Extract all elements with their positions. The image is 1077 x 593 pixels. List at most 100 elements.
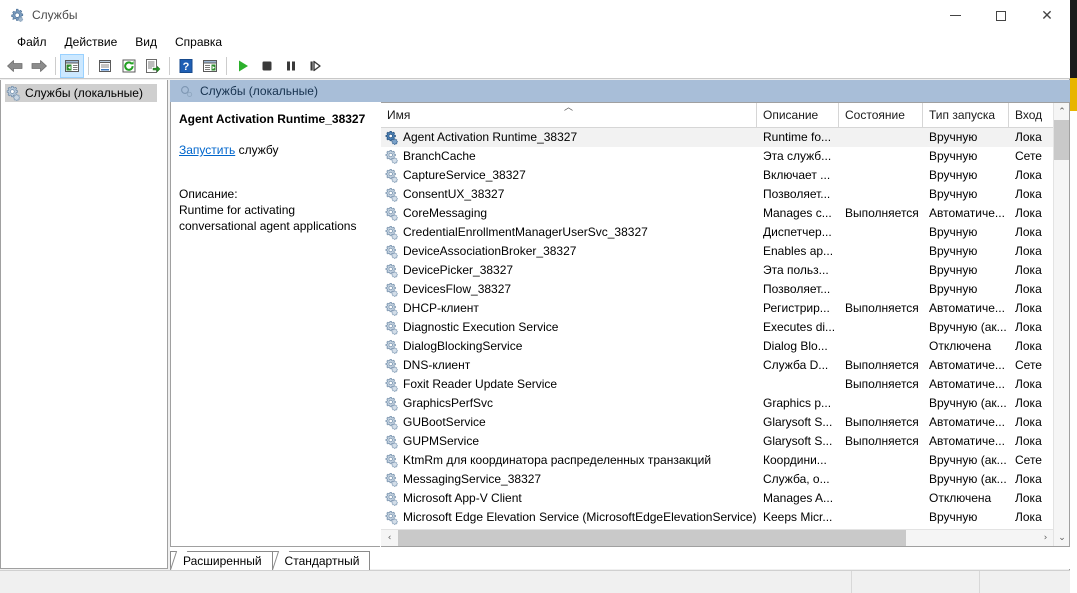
title-bar[interactable]: Службы ✕ xyxy=(0,0,1070,32)
start-service-link[interactable]: Запустить xyxy=(179,143,235,157)
table-row[interactable]: GraphicsPerfSvc Graphics p... Вручную (ак.… xyxy=(381,394,1054,413)
service-cog-icon xyxy=(384,396,399,411)
vertical-scroll-thumb[interactable] xyxy=(1054,120,1069,160)
service-cog-icon xyxy=(384,472,399,487)
window-title: Службы xyxy=(32,8,78,22)
cell-logon-as: Лока xyxy=(1015,225,1042,239)
pause-service-icon xyxy=(287,61,295,70)
cell-name: ConsentUX_38327 xyxy=(381,185,757,204)
cell-status: Выполняется xyxy=(845,301,919,315)
menu-action[interactable]: Действие xyxy=(56,33,127,52)
maximize-button[interactable] xyxy=(978,0,1024,31)
cell-name-label: CaptureService_38327 xyxy=(403,168,526,182)
help-button[interactable]: ? xyxy=(174,54,198,78)
refresh-button[interactable] xyxy=(117,54,141,78)
status-bar-cell-3 xyxy=(980,571,1070,593)
table-row[interactable]: CoreMessaging Manages c... Выполняется Авто… xyxy=(381,204,1054,223)
close-button[interactable]: ✕ xyxy=(1024,0,1070,31)
properties-button[interactable] xyxy=(93,54,117,78)
table-row[interactable]: MessagingService_38327 Служба, о... Вручну… xyxy=(381,470,1054,489)
column-header-logon-as[interactable]: Вход xyxy=(1009,103,1054,128)
service-detail-title: Agent Activation Runtime_38327 xyxy=(179,112,366,126)
column-header-status[interactable]: Состояние xyxy=(839,103,923,128)
scroll-down-icon[interactable]: ⌄ xyxy=(1054,529,1069,546)
service-detail-action: Запустить службу xyxy=(179,143,372,158)
cell-name: GUPMService xyxy=(381,432,757,451)
menu-bar: Файл Действие Вид Справка xyxy=(0,31,1070,53)
toolbar-separator-4 xyxy=(226,56,227,75)
show-action-pane-button[interactable] xyxy=(198,54,222,78)
cell-logon-as: Лока xyxy=(1015,206,1042,220)
cell-name: CredentialEnrollmentManagerUserSvc_38327 xyxy=(381,223,757,242)
table-row[interactable]: DeviceAssociationBroker_38327 Enables ap.… xyxy=(381,242,1054,261)
cell-name-label: KtmRm для координатора распределенных тр… xyxy=(403,453,712,467)
column-header-description[interactable]: Описание xyxy=(757,103,839,128)
table-row[interactable]: CredentialEnrollmentManagerUserSvc_38327… xyxy=(381,223,1054,242)
menu-view[interactable]: Вид xyxy=(126,33,166,52)
cell-startup-type: Автоматиче... xyxy=(929,415,1005,429)
table-row[interactable]: BranchCache Эта служб... Вручную Сете xyxy=(381,147,1054,166)
menu-file[interactable]: Файл xyxy=(8,33,56,52)
table-row[interactable]: DialogBlockingService Dialog Blo... Отключ… xyxy=(381,337,1054,356)
table-row[interactable]: Agent Activation Runtime_38327 Runtime fo… xyxy=(381,128,1054,147)
cell-name-label: DevicesFlow_38327 xyxy=(403,282,512,296)
cell-name-label: Foxit Reader Update Service xyxy=(403,377,558,391)
cell-name-label: ConsentUX_38327 xyxy=(403,187,505,201)
table-row[interactable]: DNS-клиент Служба D... Выполняется Автомати… xyxy=(381,356,1054,375)
export-list-button[interactable] xyxy=(141,54,165,78)
table-row[interactable]: Microsoft Edge Elevation Service (Micros… xyxy=(381,508,1054,527)
service-cog-icon xyxy=(384,282,399,297)
start-service-button[interactable] xyxy=(231,54,255,78)
cell-startup-type: Вручную xyxy=(929,168,978,182)
cell-logon-as: Лока xyxy=(1015,320,1042,334)
restart-service-icon xyxy=(310,60,321,71)
services-cog-icon xyxy=(5,85,21,102)
cell-name-label: GraphicsPerfSvc xyxy=(403,396,494,410)
scroll-right-icon[interactable]: › xyxy=(1037,530,1054,546)
cell-name: GUBootService xyxy=(381,413,757,432)
table-row[interactable]: Diagnostic Execution Service Executes di.… xyxy=(381,318,1054,337)
scroll-left-icon[interactable]: ‹ xyxy=(381,530,398,546)
table-row[interactable]: ConsentUX_38327 Позволяет... Вручную Лока xyxy=(381,185,1054,204)
table-row[interactable]: DHCP-клиент Регистрир... Выполняется Автома… xyxy=(381,299,1054,318)
services-cog-icon xyxy=(9,8,25,24)
table-row[interactable]: DevicePicker_38327 Эта польз... Вручную Лок… xyxy=(381,261,1054,280)
show-hide-console-tree-button[interactable] xyxy=(60,53,84,78)
table-row[interactable]: GUBootService Glarysoft S... Выполняется Ав… xyxy=(381,413,1054,432)
cell-name-label: GUPMService xyxy=(403,434,480,448)
pause-service-button[interactable] xyxy=(279,54,303,78)
tab-standard[interactable]: Стандартный xyxy=(271,551,371,570)
service-description-label: Описание: xyxy=(179,187,238,201)
menu-help[interactable]: Справка xyxy=(166,33,231,52)
column-header-name[interactable]: Имя ︿ xyxy=(381,103,757,128)
vertical-scrollbar[interactable]: ⌃ ⌄ xyxy=(1053,103,1069,546)
horizontal-scrollbar[interactable]: ‹ › xyxy=(381,529,1054,546)
service-cog-icon xyxy=(384,434,399,449)
back-button[interactable] xyxy=(3,54,27,78)
table-row[interactable]: KtmRm для координатора распределенных тр… xyxy=(381,451,1054,470)
tab-extended[interactable]: Расширенный xyxy=(170,551,273,570)
tree-item-services-local[interactable]: Службы (локальные) xyxy=(5,84,157,102)
services-list-view: Имя ︿ Описание Состояние Тип запуска Вхо… xyxy=(381,102,1070,547)
cell-name: Microsoft Edge Elevation Service (Micros… xyxy=(381,508,757,527)
column-header-startup-type-label: Тип запуска xyxy=(929,108,996,122)
horizontal-scroll-thumb[interactable] xyxy=(398,530,906,546)
table-row[interactable]: Foxit Reader Update Service Выполняется Ав… xyxy=(381,375,1054,394)
scroll-up-icon[interactable]: ⌃ xyxy=(1054,103,1069,120)
cell-name: DNS-клиент xyxy=(381,356,757,375)
forward-button[interactable] xyxy=(27,54,51,78)
cell-logon-as: Лока xyxy=(1015,263,1042,277)
show-action-pane-icon xyxy=(203,59,217,72)
cell-description: Executes di... xyxy=(763,320,836,334)
cell-startup-type: Отключена xyxy=(929,491,992,505)
column-header-startup-type[interactable]: Тип запуска xyxy=(923,103,1009,128)
restart-service-button[interactable] xyxy=(303,54,327,78)
minimize-button[interactable] xyxy=(932,0,978,31)
table-row[interactable]: CaptureService_38327 Включает ... Вручную Л… xyxy=(381,166,1054,185)
cell-logon-as: Лока xyxy=(1015,396,1042,410)
stop-service-button[interactable] xyxy=(255,54,279,78)
table-row[interactable]: Microsoft App-V Client Manages A... Отключ… xyxy=(381,489,1054,508)
table-row[interactable]: GUPMService Glarysoft S... Выполняется Авто… xyxy=(381,432,1054,451)
cell-name-label: MessagingService_38327 xyxy=(403,472,542,486)
table-row[interactable]: DevicesFlow_38327 Позволяет... Вручную Лока xyxy=(381,280,1054,299)
